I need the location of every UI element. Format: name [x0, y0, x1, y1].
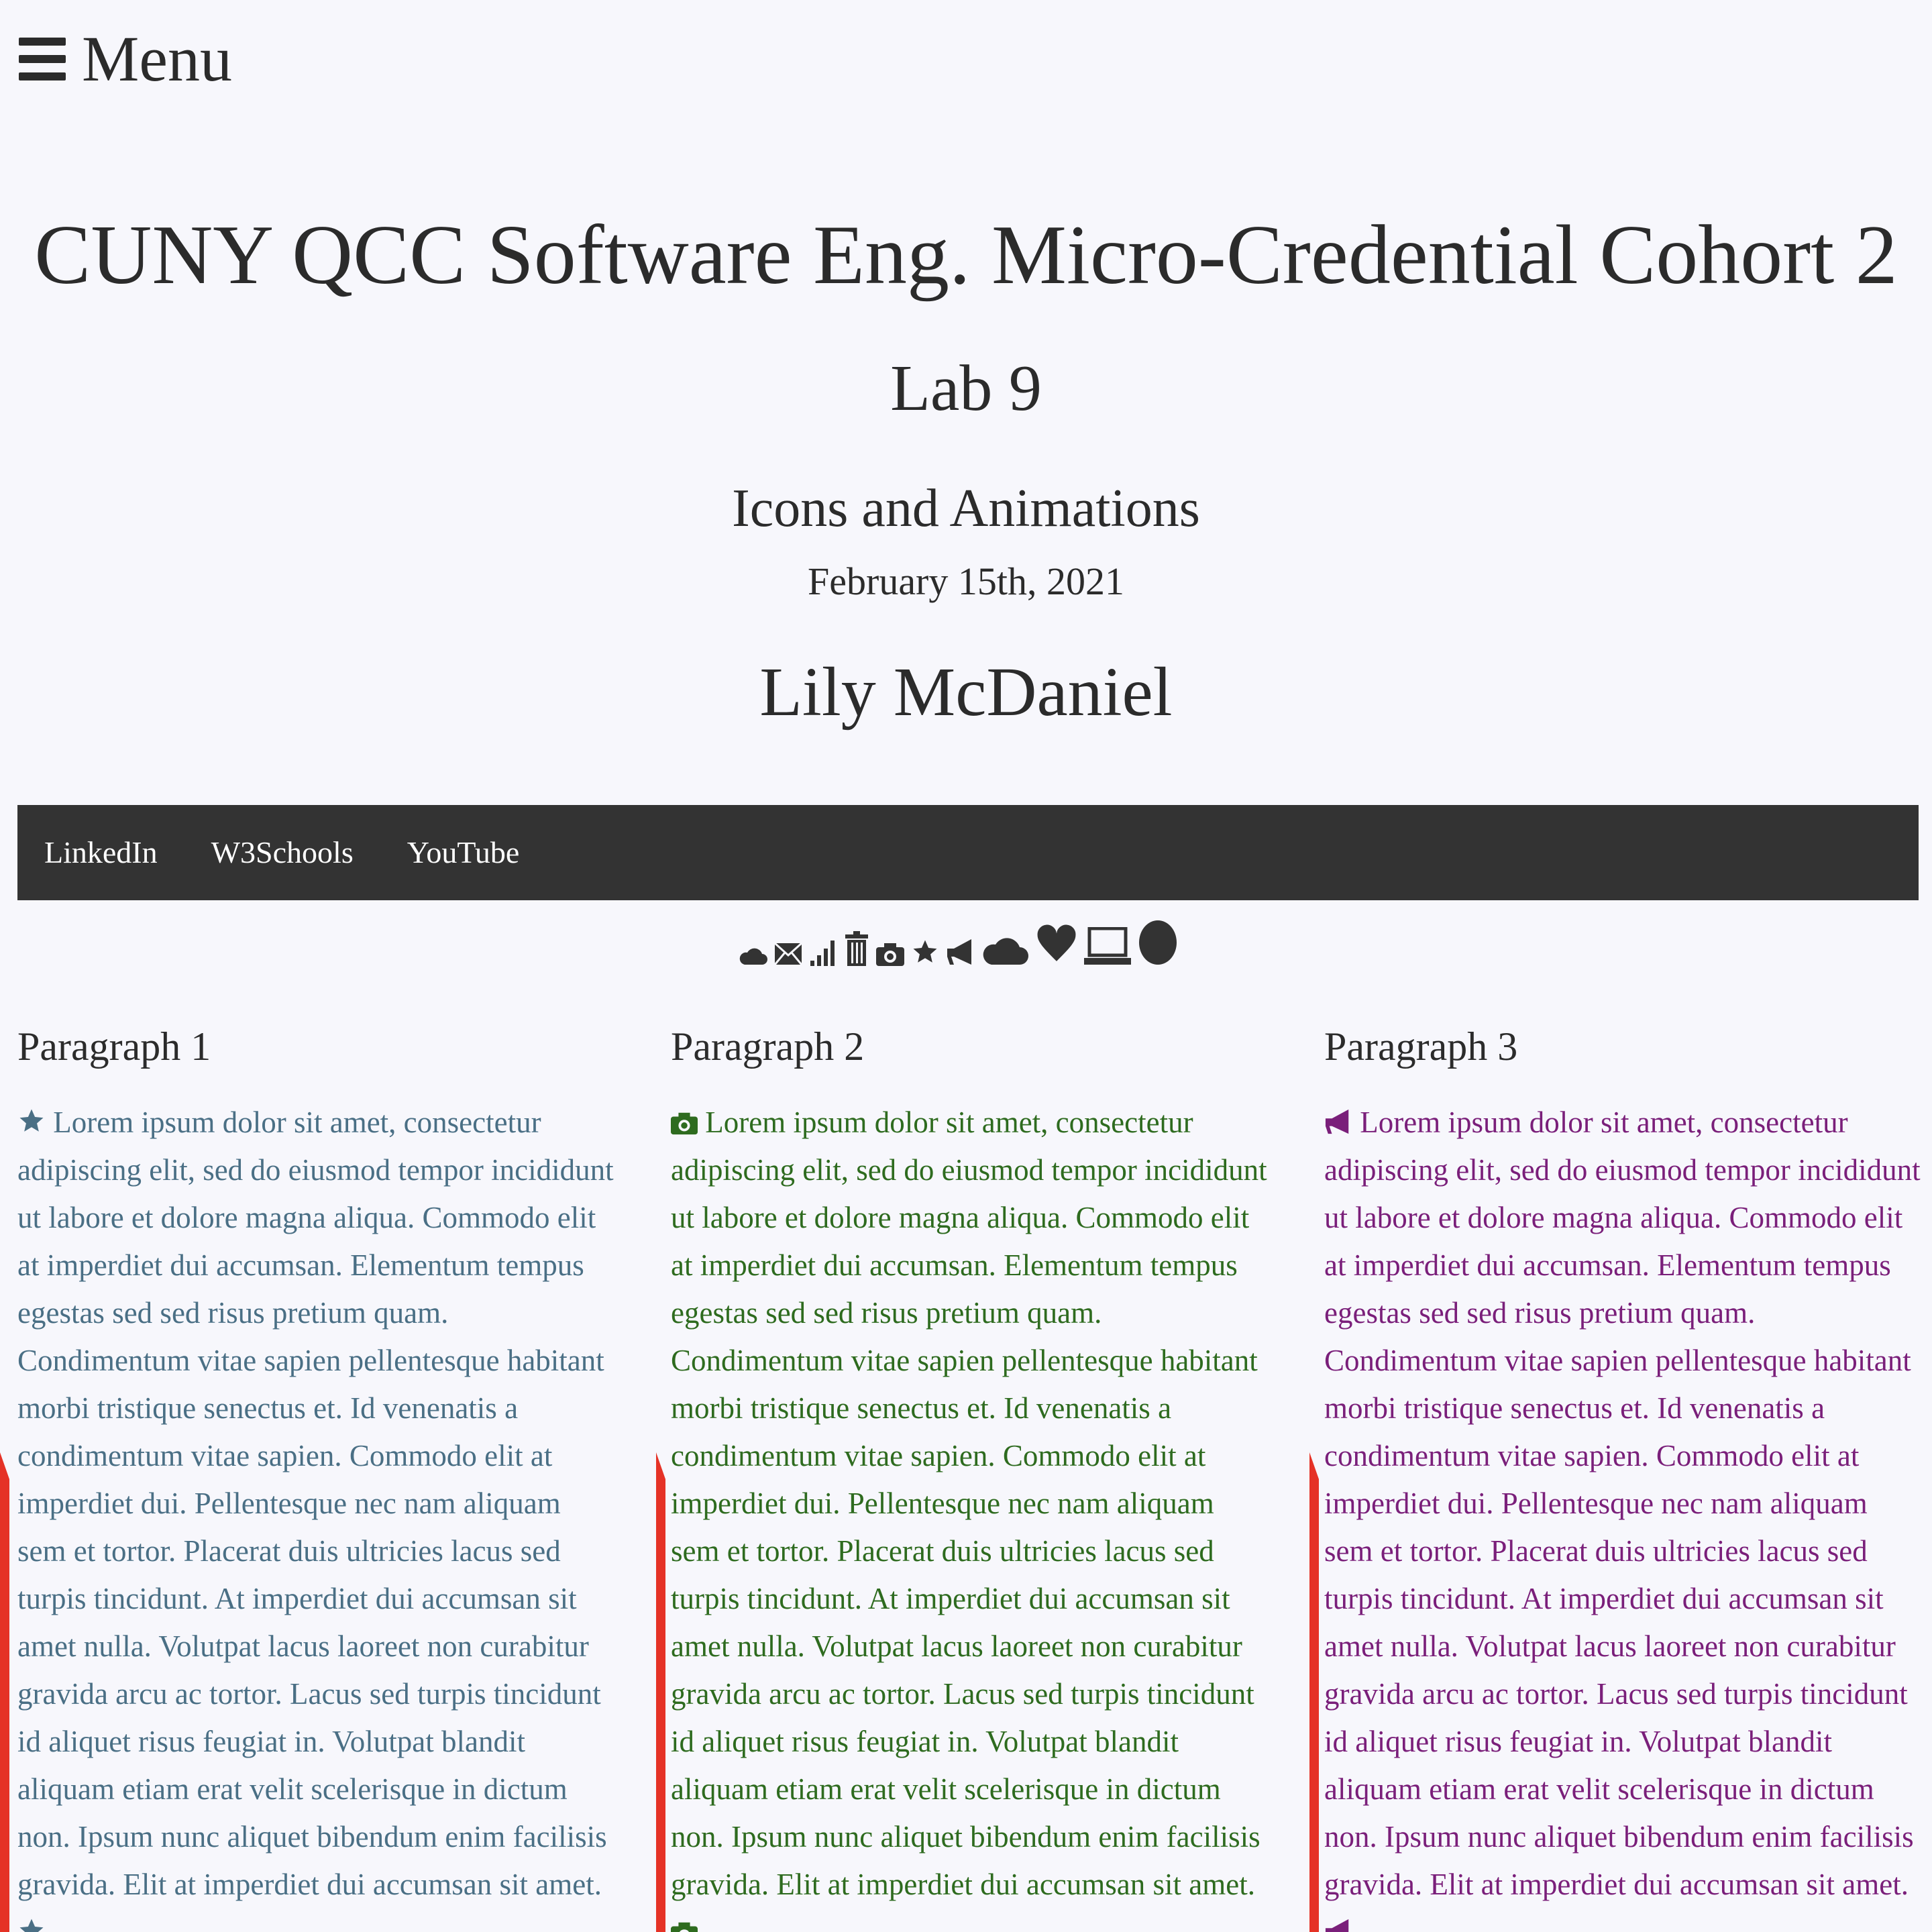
accent-bar-3: [1309, 1452, 1319, 1932]
circle-icon: [1139, 920, 1177, 965]
cloud-icon: [739, 948, 767, 965]
star-icon: [913, 940, 937, 963]
paragraph-text: Lorem ipsum dolor sit amet, consectetur …: [1324, 1106, 1921, 1901]
envelope-icon: [774, 942, 802, 965]
page: Menu CUNY QCC Software Eng. Micro-Creden…: [0, 0, 1932, 1932]
star-icon: [19, 1109, 44, 1132]
paragraph-body: Lorem ipsum dolor sit amet, consectetur …: [671, 1099, 1268, 1932]
page-title: CUNY QCC Software Eng. Micro-Credential …: [34, 209, 1898, 302]
accent-bar-2: [656, 1452, 665, 1932]
signal-icon: [810, 941, 835, 966]
lab-heading: Lab 9: [890, 352, 1042, 425]
accent-bar-1: [0, 1452, 9, 1932]
top-navbar: LinkedIn W3Schools YouTube: [17, 805, 1919, 900]
paragraph-column-3: Paragraph 3 Lorem ipsum dolor sit amet, …: [1324, 1026, 1921, 1932]
paragraph-text: Lorem ipsum dolor sit amet, consectetur …: [17, 1106, 614, 1901]
date: February 15th, 2021: [808, 559, 1124, 603]
bullhorn-icon: [1325, 1109, 1349, 1134]
nav-link-linkedin[interactable]: LinkedIn: [17, 805, 184, 900]
nav-link-w3schools[interactable]: W3Schools: [184, 805, 380, 900]
nav-link-youtube[interactable]: YouTube: [380, 805, 547, 900]
paragraph-heading: Paragraph 2: [671, 1024, 865, 1069]
trash-icon: [845, 931, 868, 966]
paragraph-heading: Paragraph 3: [1324, 1024, 1518, 1069]
camera-icon: [671, 1922, 698, 1932]
paragraph-body: Lorem ipsum dolor sit amet, consectetur …: [1324, 1099, 1921, 1932]
star-icon: [19, 1919, 44, 1932]
cloud-icon: [983, 938, 1028, 965]
paragraph-text: Lorem ipsum dolor sit amet, consectetur …: [671, 1106, 1267, 1901]
menu-label: Menu: [82, 23, 232, 95]
paragraph-column-1: Paragraph 1 Lorem ipsum dolor sit amet, …: [17, 1026, 614, 1932]
camera-icon: [671, 1112, 698, 1135]
camera-icon: [876, 943, 904, 966]
paragraph-column-2: Paragraph 2 Lorem ipsum dolor sit amet, …: [671, 1026, 1268, 1932]
subtitle: Icons and Animations: [732, 479, 1200, 538]
laptop-icon: [1084, 927, 1131, 965]
bullhorn-icon: [947, 939, 971, 965]
menu-button[interactable]: Menu: [19, 27, 232, 91]
heart-icon: [1037, 924, 1076, 961]
author-name: Lily McDaniel: [759, 653, 1173, 731]
paragraph-body: Lorem ipsum dolor sit amet, consectetur …: [17, 1099, 614, 1932]
hamburger-icon: [19, 38, 66, 80]
bullhorn-icon: [1325, 1919, 1349, 1932]
paragraph-heading: Paragraph 1: [17, 1024, 211, 1069]
icon-row: [738, 899, 1178, 966]
